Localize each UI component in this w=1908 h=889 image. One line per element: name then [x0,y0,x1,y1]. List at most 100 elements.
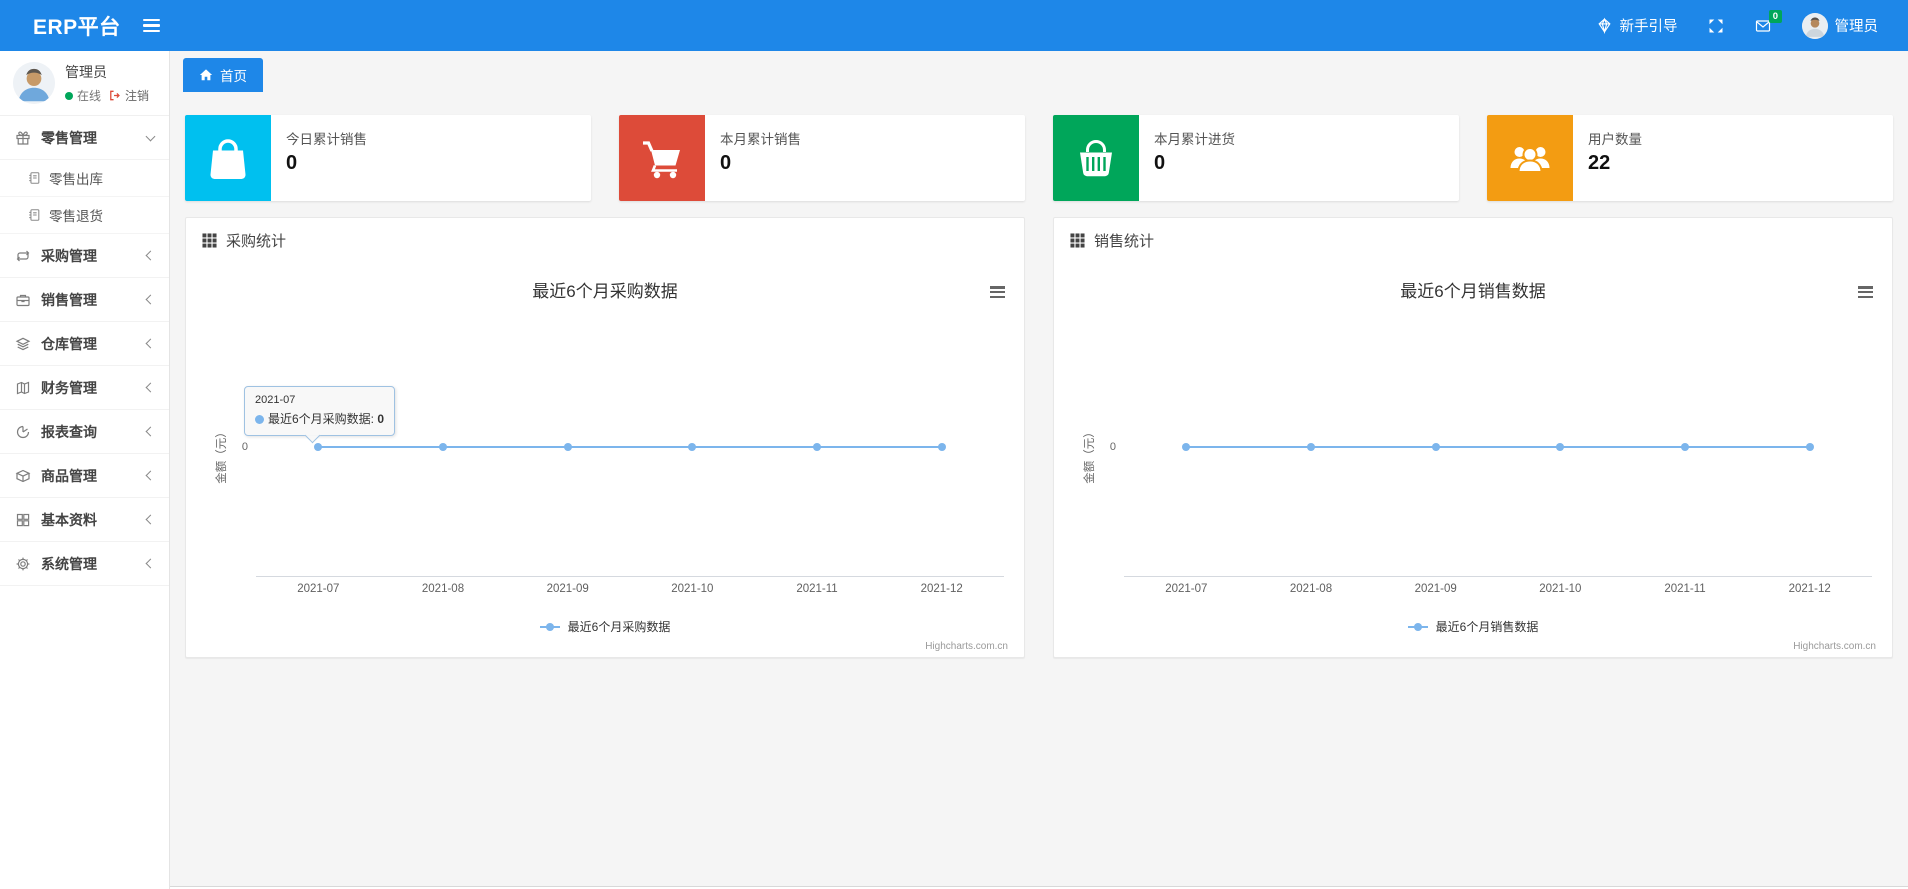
chart-legend[interactable]: 最近6个月销售数据 [1054,618,1892,635]
y-axis-title: 金额（元） [1084,426,1096,484]
chart-context-menu-icon[interactable] [1858,286,1873,300]
stat-cards-row: 今日累计销售 0 本月累计销售 0 本月累计进货 0 用户数量 22 [185,115,1893,201]
data-point-marker[interactable] [1431,443,1440,452]
x-axis-tick-label: 2021-08 [421,583,465,595]
briefcase-icon [16,294,30,306]
stat-card-value: 0 [720,152,732,174]
chevron-left-icon [145,382,156,393]
sidebar-item-system[interactable]: 系统管理 [0,542,169,586]
legend-marker-icon [539,622,560,631]
menu-bar [1858,295,1873,299]
highcharts-credit-link[interactable]: Highcharts.com.cn [1793,641,1876,652]
messages-button[interactable]: 0 [1754,9,1782,34]
home-icon [199,69,213,81]
stat-card-month-purchases[interactable]: 本月累计进货 0 [1053,115,1459,201]
users-icon [1487,115,1573,201]
stat-card-month-sales[interactable]: 本月累计销售 0 [619,115,1025,201]
chart-title: 最近6个月采购数据 [532,282,678,301]
stat-card-value: 22 [1588,152,1611,174]
journal-icon [29,172,40,184]
logout-link[interactable]: 注销 [125,87,149,104]
ledger-icon [16,381,30,394]
fullscreen-icon [1709,19,1722,32]
sidebar-item-purchase[interactable]: 采购管理 [0,234,169,278]
x-axis-labels: 2021-07 2021-08 2021-09 2021-10 2021-11 2021-… [1124,583,1872,595]
x-axis-tick-label: 2021-11 [1664,583,1706,595]
sidebar-item-label: 零售退货 [49,209,103,224]
legend-label: 最近6个月采购数据 [567,620,671,634]
sidebar-item-sales[interactable]: 销售管理 [0,278,169,322]
grid-icon [1070,233,1085,248]
data-point-marker[interactable] [1681,443,1689,452]
x-axis-tick-label: 2021-09 [1414,583,1457,595]
stat-card-value: 0 [286,152,298,174]
chart-title: 最近6个月销售数据 [1400,282,1546,301]
data-point-marker[interactable] [563,443,572,452]
online-status-label: 在线 [77,89,102,103]
data-point-marker[interactable] [314,443,323,452]
sidebar-item-retail[interactable]: 零售管理 [0,116,169,160]
sidebar: 管理员 在线 注销 零售管理 零售出库 零售退货 采购管理 销售管理 仓库管理 … [0,51,170,889]
data-point-marker[interactable] [813,443,821,452]
chart-context-menu-icon[interactable] [990,286,1005,300]
sales-chart: 最近6个月销售数据 金额（元） 0 2021-07 2021-08 2021-09 2021… [1054,263,1892,657]
menu-bar [990,290,1005,294]
stat-card-value: 0 [1154,152,1166,174]
x-axis-tick-label: 2021-07 [1165,583,1208,595]
pie-chart-icon [16,425,30,438]
stat-card-today-sales[interactable]: 今日累计销售 0 [185,115,591,201]
purchase-chart: 最近6个月采购数据 金额（元） 0 2021-07 2021-08 2021-09 2021… [186,263,1024,657]
top-navbar: ERP平台 新手引导 0 管理员 [0,0,1908,51]
panel-title: 采购统计 [226,233,287,250]
x-axis-tick-label: 2021-10 [1539,583,1582,595]
gear-icon [16,557,30,570]
tab-home[interactable]: 首页 [183,58,263,92]
chevron-left-icon [145,338,156,349]
sidebar-toggle-icon[interactable] [142,16,160,36]
data-point-marker[interactable] [1805,443,1814,452]
messages-badge: 0 [1769,9,1782,23]
stat-card-label: 今日累计销售 [286,132,367,147]
x-axis-tick-label: 2021-07 [297,583,340,595]
fullscreen-button[interactable] [1708,18,1724,34]
legend-marker-icon [1407,622,1428,631]
plot-area [1124,323,1872,577]
data-point-marker[interactable] [439,443,447,452]
sidebar-item-reports[interactable]: 报表查询 [0,410,169,454]
data-point-marker[interactable] [1307,443,1315,452]
th-large-icon [16,513,30,526]
sidebar-item-warehouse[interactable]: 仓库管理 [0,322,169,366]
sidebar-item-label: 零售管理 [41,129,97,146]
highcharts-credit-link[interactable]: Highcharts.com.cn [925,641,1008,652]
x-axis-tick-label: 2021-12 [1788,583,1831,595]
chevron-left-icon [145,470,156,481]
sidebar-item-label: 仓库管理 [41,335,97,352]
journal-icon [29,209,40,221]
guide-label: 新手引导 [1619,19,1678,35]
data-point-marker[interactable] [937,443,946,452]
menu-bar [1858,286,1873,289]
user-menu[interactable]: 管理员 [1801,12,1878,39]
stat-card-label: 用户数量 [1588,132,1642,147]
stat-card-user-count[interactable]: 用户数量 22 [1487,115,1893,201]
chart-tooltip: 2021-07 最近6个月采购数据: 0 [244,386,396,436]
stat-card-label: 本月累计进货 [1154,132,1235,147]
chart-legend[interactable]: 最近6个月采购数据 [186,618,1024,635]
sidebar-item-basic-data[interactable]: 基本资料 [0,498,169,542]
data-point-marker[interactable] [688,443,697,452]
tab-home-label: 首页 [220,69,247,84]
guide-link[interactable]: 新手引导 [1596,15,1678,36]
x-axis-tick-label: 2021-11 [796,583,838,595]
legend-marker-dot [545,622,554,631]
tooltip-series-label: 最近6个月采购数据: [268,412,378,426]
sidebar-item-products[interactable]: 商品管理 [0,454,169,498]
sidebar-item-retail-return[interactable]: 零售退货 [0,197,169,234]
diamond-icon [1597,17,1611,34]
sidebar-item-retail-outbound[interactable]: 零售出库 [0,160,169,197]
series-line [318,446,942,449]
data-point-marker[interactable] [1182,443,1191,452]
brand-logo[interactable]: ERP平台 [0,11,121,41]
data-point-marker[interactable] [1556,443,1565,452]
chevron-left-icon [145,514,156,525]
sidebar-item-finance[interactable]: 财务管理 [0,366,169,410]
